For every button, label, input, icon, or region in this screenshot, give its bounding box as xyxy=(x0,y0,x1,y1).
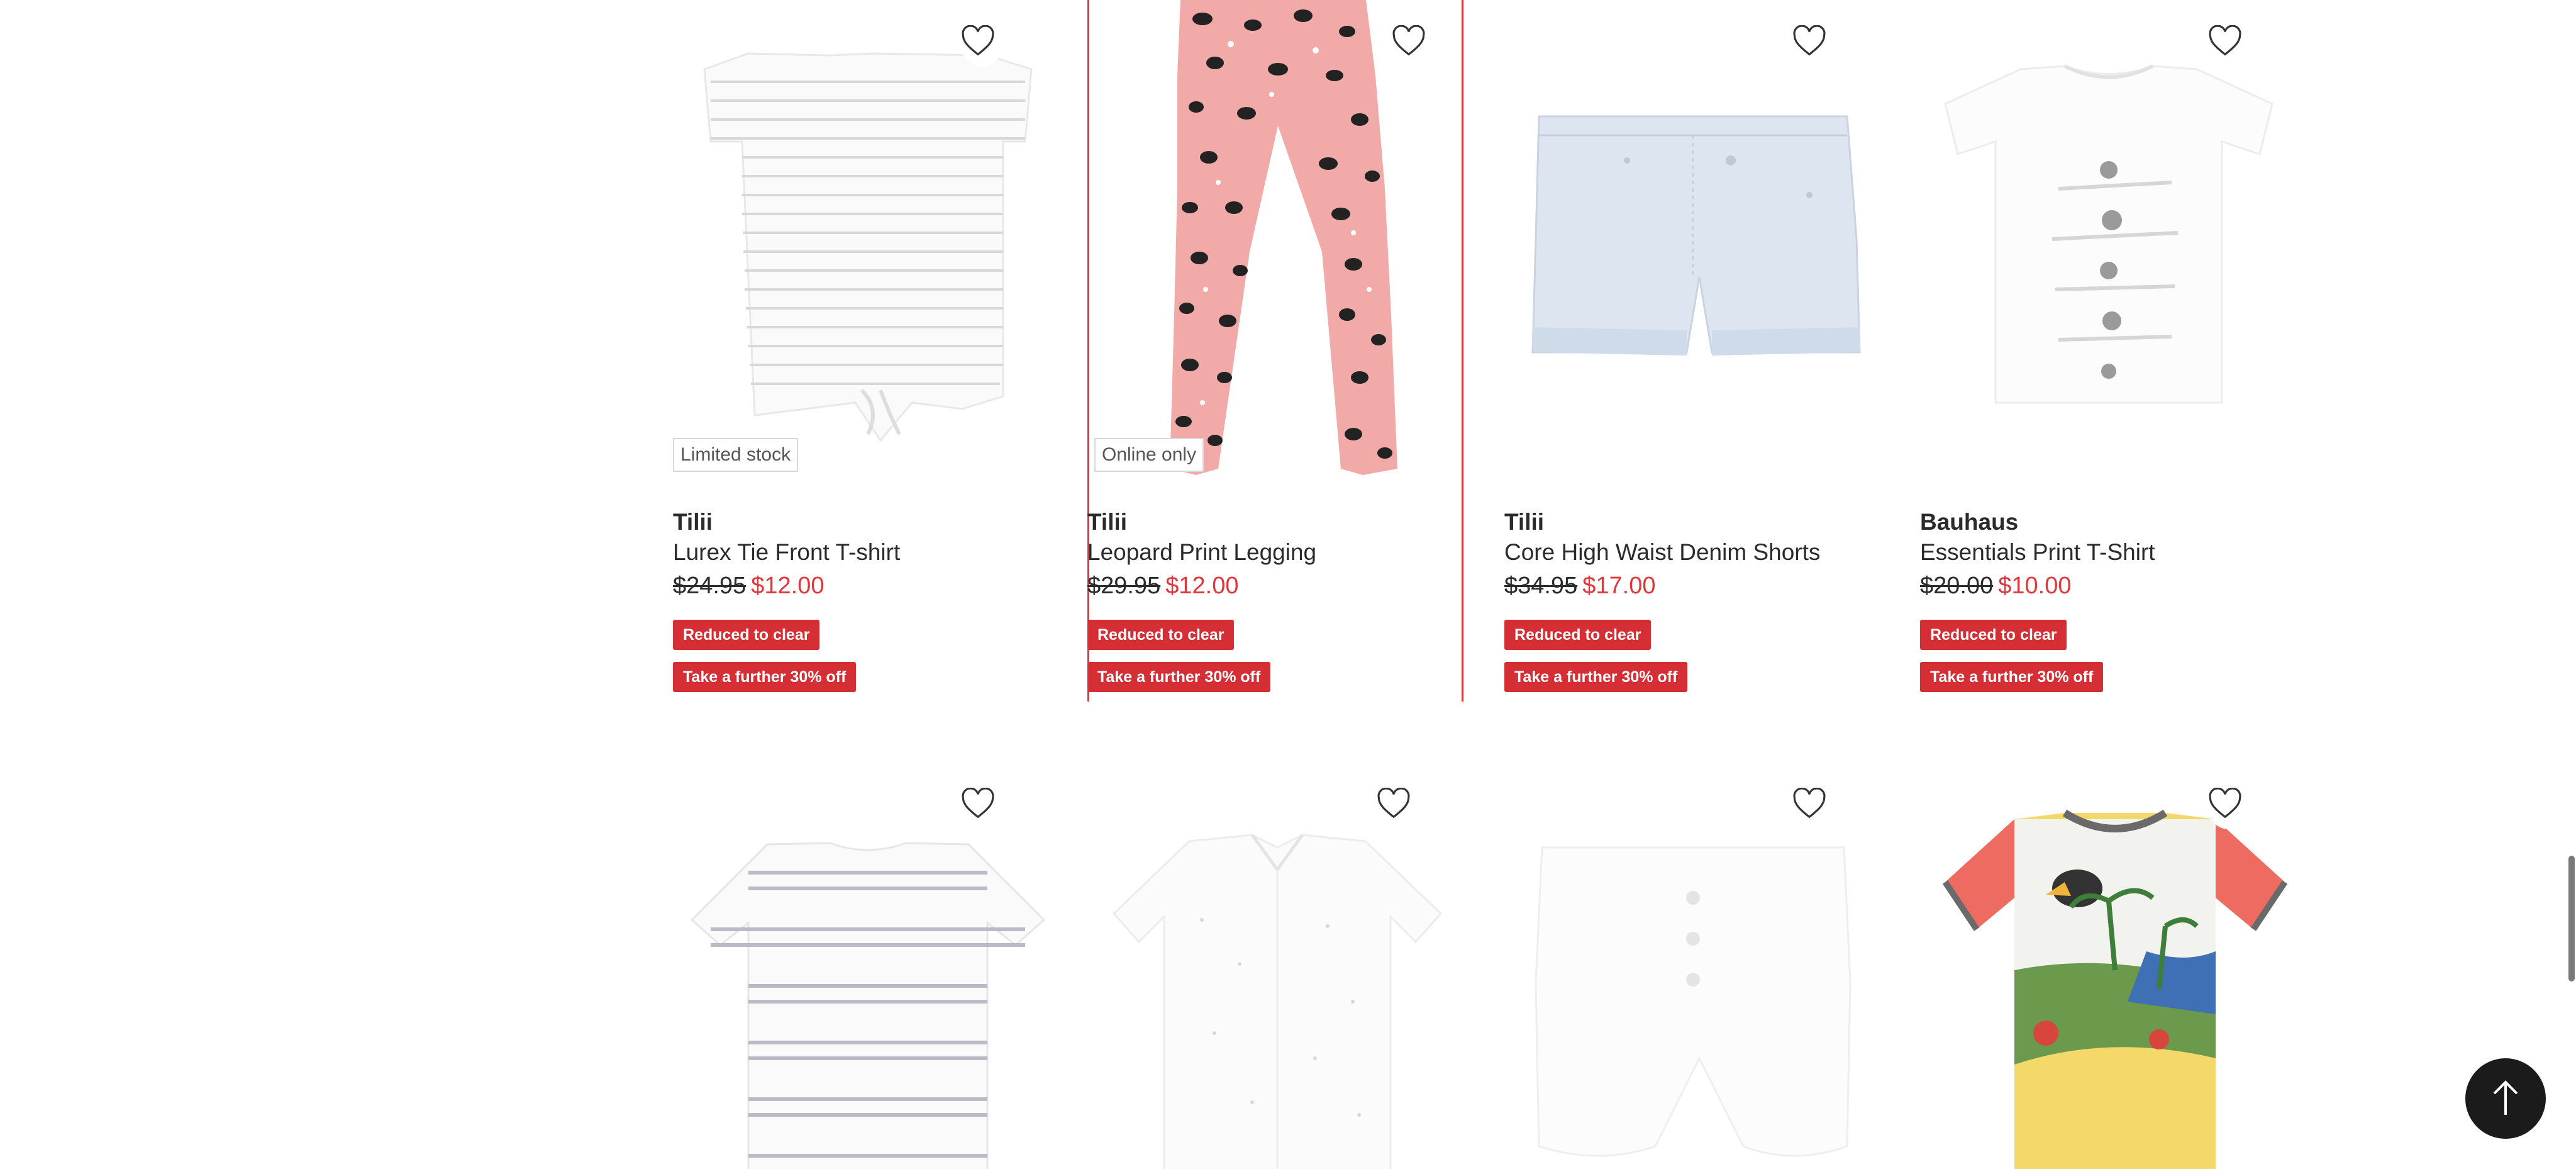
was-price: $29.95 xyxy=(1087,573,1161,599)
product-grid-page: Limited stock Tilii Lurex Tie Front T-sh… xyxy=(0,0,2576,1169)
product-image[interactable] xyxy=(1504,763,1894,1169)
back-to-top-button[interactable] xyxy=(2465,1058,2546,1139)
product-card[interactable]: Bauhaus Essentials Print T-Shirt $20.00 $… xyxy=(1920,0,2310,702)
product-brand[interactable]: Bauhaus xyxy=(1920,506,2310,538)
heart-outline-icon xyxy=(1377,788,1410,819)
product-card[interactable]: Tilii Core High Waist Denim Shorts $34.9… xyxy=(1504,0,1894,702)
was-price: $34.95 xyxy=(1504,573,1578,599)
product-name[interactable]: Leopard Print Legging xyxy=(1087,537,1460,568)
scrollbar-thumb[interactable] xyxy=(2568,856,2575,982)
product-name[interactable]: Essentials Print T-Shirt xyxy=(1920,537,2310,568)
product-image[interactable]: Limited stock xyxy=(673,0,1063,478)
product-prices: $24.95 $12.00 xyxy=(673,569,1063,602)
product-brand[interactable]: Tilii xyxy=(1504,506,1894,538)
product-image[interactable] xyxy=(1920,763,2310,1169)
now-price: $10.00 xyxy=(1998,573,2072,599)
product-image[interactable] xyxy=(1920,0,2310,478)
heart-outline-icon xyxy=(962,25,994,56)
product-info: Tilii Lurex Tie Front T-shirt $24.95 $12.… xyxy=(673,506,1063,602)
product-brand[interactable]: Tilii xyxy=(673,506,1063,538)
stock-tag: Limited stock xyxy=(673,438,799,472)
favourite-button[interactable] xyxy=(2208,788,2250,829)
heart-outline-icon xyxy=(1793,25,1826,56)
reduced-badge: Reduced to clear xyxy=(1087,620,1235,650)
product-card[interactable]: Online only Tilii Leopard Print Legging … xyxy=(1087,0,1463,702)
now-price: $17.00 xyxy=(1582,573,1656,599)
product-card[interactable] xyxy=(1089,763,1479,1169)
product-name[interactable]: Core High Waist Denim Shorts xyxy=(1504,537,1894,568)
product-card[interactable]: Limited stock Tilii Lurex Tie Front T-sh… xyxy=(673,0,1063,702)
product-prices: $20.00 $10.00 xyxy=(1920,569,2310,602)
reduced-badge: Reduced to clear xyxy=(673,620,820,650)
favourite-button[interactable] xyxy=(2208,25,2250,67)
was-price: $20.00 xyxy=(1920,573,1994,599)
product-info: Bauhaus Essentials Print T-Shirt $20.00 $… xyxy=(1920,506,2310,602)
favourite-button[interactable] xyxy=(1377,788,1418,829)
heart-outline-icon xyxy=(2209,788,2241,819)
scrollbar[interactable] xyxy=(2566,0,2576,1169)
favourite-button[interactable] xyxy=(1792,25,1834,67)
arrow-up-icon xyxy=(2493,1080,2518,1115)
product-info: Tilii Leopard Print Legging $29.95 $12.00 xyxy=(1087,506,1460,602)
favourite-button[interactable] xyxy=(961,25,1002,67)
product-card[interactable] xyxy=(1504,763,1894,1169)
product-image[interactable]: Online only xyxy=(1089,0,1462,478)
product-brand[interactable]: Tilii xyxy=(1087,506,1460,538)
online-only-tag: Online only xyxy=(1094,438,1204,472)
further-off-badge: Take a further 30% off xyxy=(673,662,857,692)
product-prices: $34.95 $17.00 xyxy=(1504,569,1894,602)
favourite-button[interactable] xyxy=(961,788,1002,829)
product-image[interactable] xyxy=(1504,0,1894,478)
heart-outline-icon xyxy=(1392,25,1425,56)
product-info: Tilii Core High Waist Denim Shorts $34.9… xyxy=(1504,506,1894,602)
now-price: $12.00 xyxy=(1165,573,1239,599)
product-card[interactable] xyxy=(1920,763,2310,1169)
further-off-badge: Take a further 30% off xyxy=(1504,662,1688,692)
reduced-badge: Reduced to clear xyxy=(1920,620,2067,650)
favourite-button[interactable] xyxy=(1792,788,1834,829)
product-card[interactable] xyxy=(673,763,1063,1169)
heart-outline-icon xyxy=(962,788,994,819)
product-image[interactable] xyxy=(1089,763,1479,1169)
heart-outline-icon xyxy=(2209,25,2241,56)
further-off-badge: Take a further 30% off xyxy=(1920,662,2104,692)
reduced-badge: Reduced to clear xyxy=(1504,620,1652,650)
was-price: $24.95 xyxy=(673,573,747,599)
product-prices: $29.95 $12.00 xyxy=(1087,569,1460,602)
product-image[interactable] xyxy=(673,763,1063,1169)
product-name[interactable]: Lurex Tie Front T-shirt xyxy=(673,537,1063,568)
favourite-button[interactable] xyxy=(1392,25,1433,67)
now-price: $12.00 xyxy=(751,573,824,599)
heart-outline-icon xyxy=(1793,788,1826,819)
further-off-badge: Take a further 30% off xyxy=(1087,662,1271,692)
